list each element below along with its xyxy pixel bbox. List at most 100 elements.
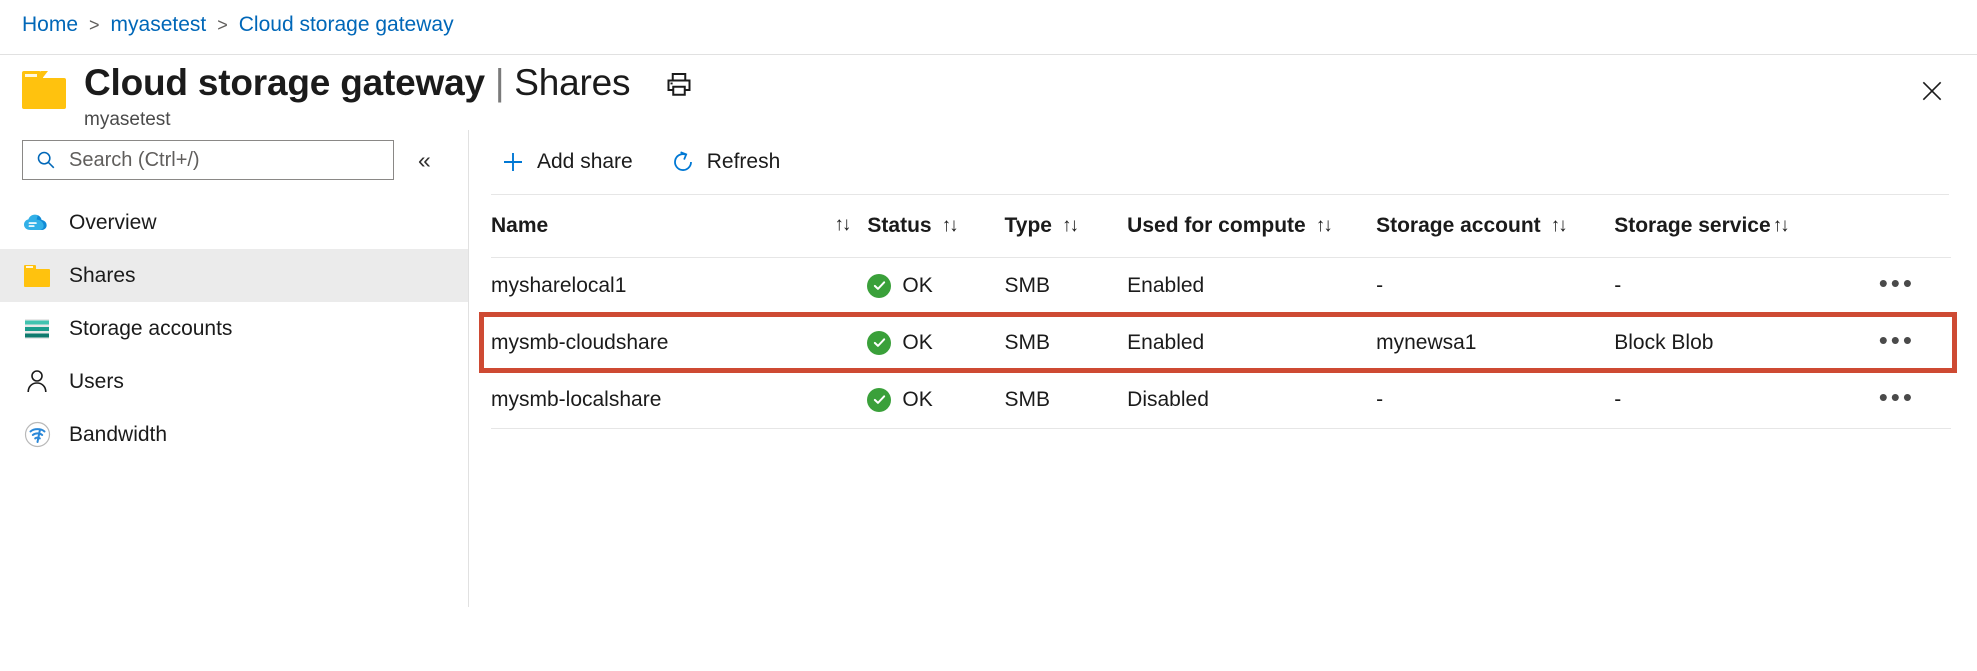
page-title-section: Shares <box>514 62 631 103</box>
sidebar-nav: Overview Shares Storage accounts Users B… <box>0 196 468 461</box>
cell-used-for-compute: Enabled <box>1127 257 1377 315</box>
cell-storage-service: - <box>1614 257 1843 315</box>
shares-table: Name ↑↓ Status ↑↓ Type ↑↓ Used for compute ↑… <box>491 195 1951 429</box>
check-circle-icon <box>867 330 892 355</box>
status-label: OK <box>902 273 933 297</box>
sort-icon[interactable]: ↑↓ <box>1316 215 1333 237</box>
column-header-storage-account[interactable]: Storage account ↑↓ <box>1376 195 1615 258</box>
status-label: OK <box>902 330 933 354</box>
check-circle-icon <box>867 273 892 298</box>
column-header-label: Status <box>867 213 932 237</box>
search-icon <box>35 149 57 171</box>
column-header-label: Storage account <box>1376 213 1541 237</box>
cell-used-for-compute: Enabled <box>1127 314 1377 372</box>
row-actions-menu-button[interactable]: ••• <box>1879 382 1915 412</box>
breadcrumb-separator: > <box>89 15 100 35</box>
print-icon[interactable] <box>664 70 694 100</box>
column-header-used-for-compute[interactable]: Used for compute ↑↓ <box>1127 195 1377 258</box>
cell-storage-account: mynewsa1 <box>1376 314 1615 372</box>
folder-icon <box>22 263 52 289</box>
sidebar-item-bandwidth[interactable]: Bandwidth <box>0 408 468 461</box>
sidebar-item-users[interactable]: Users <box>0 355 468 408</box>
content-area: « Overview <box>0 130 1977 607</box>
breadcrumb-item-home[interactable]: Home <box>22 13 78 37</box>
cell-storage-account: - <box>1376 371 1615 429</box>
sidebar-item-label: Bandwidth <box>69 422 168 446</box>
table-header-row: Name ↑↓ Status ↑↓ Type ↑↓ Used for compute ↑… <box>491 195 1951 258</box>
toolbar: Add share Refresh <box>469 130 1977 194</box>
sort-icon[interactable]: ↑↓ <box>1773 215 1790 237</box>
page-subtitle: myasetest <box>84 109 171 130</box>
breadcrumb-separator: > <box>217 15 228 35</box>
row-actions-menu-button[interactable]: ••• <box>1879 325 1915 355</box>
cell-name: mysmb-localshare <box>491 371 868 429</box>
column-header-label: Name <box>491 213 549 237</box>
sidebar-item-label: Overview <box>69 210 157 234</box>
breadcrumb-item-myasetest[interactable]: myasetest <box>111 13 207 37</box>
cell-type: SMB <box>1004 314 1128 372</box>
refresh-icon <box>671 150 695 174</box>
sidebar-item-overview[interactable]: Overview <box>0 196 468 249</box>
sort-icon[interactable]: ↑↓ <box>834 214 851 236</box>
page-title-resource: Cloud storage gateway <box>84 62 485 103</box>
shares-table-container: Name ↑↓ Status ↑↓ Type ↑↓ Used for compute ↑… <box>469 195 1977 429</box>
cell-type: SMB <box>1004 257 1128 315</box>
column-header-label: Type <box>1004 213 1052 237</box>
cell-storage-service: Block Blob <box>1614 314 1843 372</box>
sidebar-item-label: Storage accounts <box>69 316 233 340</box>
column-header-name[interactable]: Name ↑↓ <box>491 195 868 258</box>
refresh-label: Refresh <box>706 150 781 173</box>
breadcrumb-item-cloud-storage-gateway[interactable]: Cloud storage gateway <box>239 13 454 37</box>
cell-name: mysharelocal1 <box>491 257 868 315</box>
sidebar-item-storage-accounts[interactable]: Storage accounts <box>0 302 468 355</box>
cell-storage-service: - <box>1614 371 1843 429</box>
bandwidth-icon <box>22 421 52 448</box>
search-input[interactable] <box>67 147 367 173</box>
column-header-storage-service[interactable]: Storage service ↑↓ <box>1614 195 1843 258</box>
cloud-icon <box>22 210 52 236</box>
storage-account-icon <box>22 316 52 342</box>
sort-icon[interactable]: ↑↓ <box>942 215 959 237</box>
sidebar-item-label: Shares <box>69 263 136 287</box>
refresh-button[interactable]: Refresh <box>657 141 795 183</box>
column-header-label: Used for compute <box>1127 213 1306 237</box>
sidebar-item-label: Users <box>69 369 124 393</box>
sidebar-item-shares[interactable]: Shares <box>0 249 468 302</box>
page-header: Cloud storage gateway | Shares myasetest <box>0 48 1977 130</box>
search-box[interactable] <box>22 140 394 180</box>
cell-actions: ••• <box>1842 371 1951 429</box>
cell-name: mysmb-cloudshare <box>491 314 868 372</box>
add-share-label: Add share <box>537 150 633 173</box>
folder-icon <box>22 71 66 109</box>
plus-icon <box>501 150 525 174</box>
page-title-separator: | <box>494 62 505 103</box>
collapse-sidebar-button[interactable]: « <box>412 145 437 176</box>
cell-status: OK <box>867 371 1005 429</box>
add-share-button[interactable]: Add share <box>487 141 647 183</box>
sidebar-search-row: « <box>0 140 468 180</box>
cell-status: OK <box>867 257 1005 315</box>
cell-type: SMB <box>1004 371 1128 429</box>
column-header-status[interactable]: Status ↑↓ <box>867 195 1005 258</box>
column-header-type[interactable]: Type ↑↓ <box>1004 195 1128 258</box>
cell-used-for-compute: Disabled <box>1127 371 1377 429</box>
row-actions-menu-button[interactable]: ••• <box>1879 268 1915 298</box>
check-circle-icon <box>867 387 892 412</box>
cell-storage-account: - <box>1376 257 1615 315</box>
page-title: Cloud storage gateway | Shares <box>84 62 631 104</box>
main-panel: Add share Refresh Name ↑↓ Status ↑↓ Type… <box>469 130 1977 607</box>
table-row[interactable]: mysharelocal1 OK SMB Enabled - - ••• <box>491 257 1951 315</box>
sidebar: « Overview <box>0 130 469 607</box>
sort-icon[interactable]: ↑↓ <box>1062 215 1079 237</box>
column-header-label: Storage service <box>1614 213 1771 237</box>
breadcrumb: Home > myasetest > Cloud storage gateway <box>0 8 1977 48</box>
status-label: OK <box>902 387 933 411</box>
person-icon <box>22 369 52 395</box>
close-icon[interactable] <box>1913 72 1951 110</box>
table-row[interactable]: mysmb-cloudshare OK SMB Enabled mynewsa1… <box>491 314 1951 372</box>
table-row[interactable]: mysmb-localshare OK SMB Disabled - - ••• <box>491 371 1951 429</box>
sort-icon[interactable]: ↑↓ <box>1551 215 1568 237</box>
cell-actions: ••• <box>1842 314 1951 372</box>
column-header-actions <box>1842 195 1951 258</box>
cell-status: OK <box>867 314 1005 372</box>
